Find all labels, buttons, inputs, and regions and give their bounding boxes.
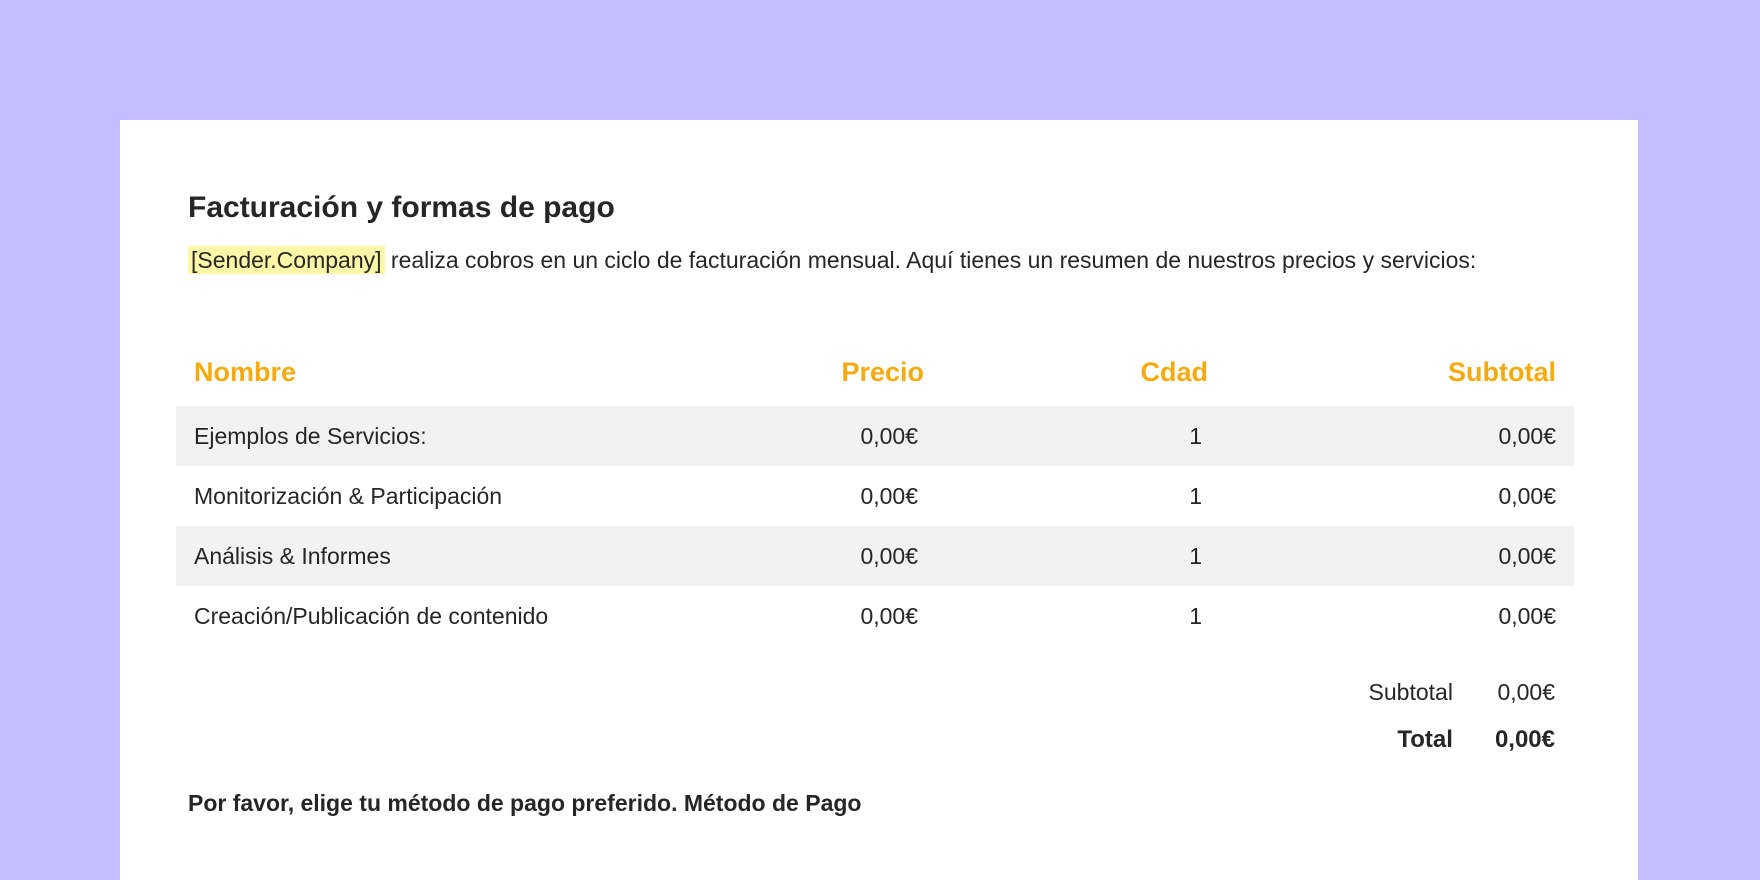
document-page: Facturación y formas de pago [Sender.Com… [120, 120, 1638, 880]
table-row: Análisis & Informes 0,00€ 1 0,00€ [176, 526, 1574, 586]
row-name: Monitorización & Participación [194, 482, 503, 509]
total-row: Total 0,00€ [1369, 716, 1555, 764]
row-subtotal: 0,00€ [1498, 542, 1556, 569]
subtotal-label: Subtotal [1368, 678, 1453, 705]
pricing-table: Nombre Precio Cdad Subtotal Ejemplos de … [176, 338, 1574, 646]
table-header-row: Nombre Precio Cdad Subtotal [176, 338, 1574, 406]
row-qty: 1 [1189, 542, 1202, 569]
header-price: Precio [841, 356, 924, 387]
row-price: 0,00€ [860, 422, 918, 449]
row-price: 0,00€ [860, 602, 918, 629]
table-row: Creación/Publicación de contenido 0,00€ … [176, 586, 1574, 646]
intro-paragraph: [Sender.Company] realiza cobros en un ci… [188, 245, 1476, 275]
total-label: Total [1397, 726, 1453, 753]
row-name: Ejemplos de Servicios: [194, 422, 427, 449]
row-subtotal: 0,00€ [1498, 422, 1556, 449]
page-title: Facturación y formas de pago [188, 191, 615, 224]
row-qty: 1 [1189, 422, 1202, 449]
row-name: Análisis & Informes [194, 542, 391, 569]
row-qty: 1 [1189, 602, 1202, 629]
totals-summary: Subtotal 0,00€ Total 0,00€ [1369, 668, 1555, 764]
header-name: Nombre [194, 356, 297, 387]
table-row: Ejemplos de Servicios: 0,00€ 1 0,00€ [176, 406, 1574, 466]
row-price: 0,00€ [860, 482, 918, 509]
row-name: Creación/Publicación de contenido [194, 602, 549, 629]
total-value: 0,00€ [1494, 726, 1555, 753]
row-subtotal: 0,00€ [1498, 602, 1556, 629]
subtotal-row: Subtotal 0,00€ [1369, 668, 1555, 716]
table-row: Monitorización & Participación 0,00€ 1 0… [176, 466, 1574, 526]
row-price: 0,00€ [860, 542, 918, 569]
header-qty: Cdad [1140, 356, 1209, 387]
company-placeholder: [Sender.Company] [188, 246, 385, 274]
payment-method-note: Por favor, elige tu método de pago prefe… [188, 790, 862, 816]
intro-text: realiza cobros en un ciclo de facturació… [384, 247, 1477, 273]
header-subtotal: Subtotal [1448, 356, 1556, 387]
row-qty: 1 [1189, 482, 1202, 509]
row-subtotal: 0,00€ [1498, 482, 1556, 509]
subtotal-value: 0,00€ [1497, 678, 1555, 705]
